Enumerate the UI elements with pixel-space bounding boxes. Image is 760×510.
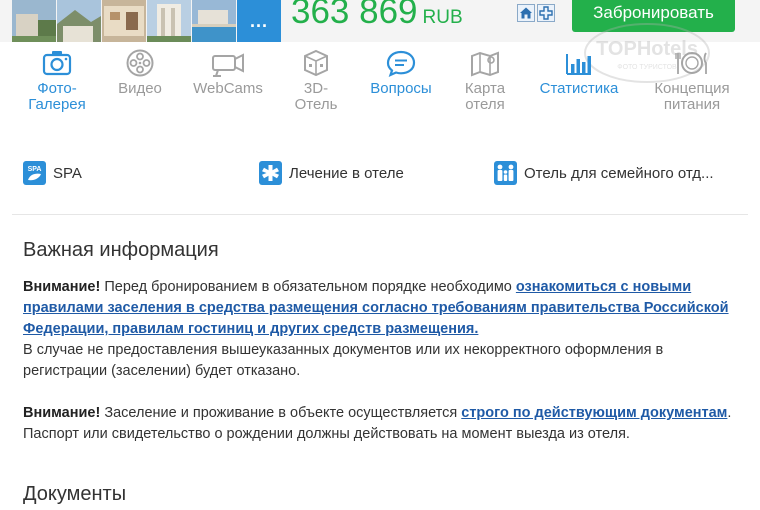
valid-documents-link[interactable]: строго по действующим документам bbox=[461, 405, 727, 421]
section-divider bbox=[12, 214, 748, 215]
feature-meal-concept[interactable]: Концепция питания bbox=[648, 48, 736, 113]
feature-video[interactable]: Видео bbox=[110, 48, 170, 97]
feature-label: Галерея bbox=[28, 96, 86, 113]
feature-label: Вопросы bbox=[370, 80, 432, 97]
feature-label: Видео bbox=[118, 80, 162, 97]
feature-label: Карта bbox=[464, 80, 506, 97]
important-info-title: Важная информация bbox=[23, 239, 219, 261]
feature-label: Концепция bbox=[654, 80, 730, 97]
family-icon bbox=[494, 161, 517, 185]
paragraph-text: Перед бронированием в обязательном поряд… bbox=[100, 279, 516, 295]
hotel-feature-nav: Фото- Галерея Видео WebCams 3D- Отель Во… bbox=[0, 48, 760, 128]
warning-label: Внимание! bbox=[23, 405, 101, 421]
feature-hotel-map[interactable]: Карта отеля bbox=[458, 48, 512, 113]
bar-chart-icon bbox=[566, 54, 591, 75]
feature-label: отеля bbox=[465, 96, 505, 113]
feature-statistics[interactable]: Статистика bbox=[535, 48, 623, 97]
amenity-label: Лечение в отеле bbox=[289, 164, 404, 182]
amenity-spa[interactable]: SPA SPA bbox=[23, 161, 82, 185]
feature-label: Фото- bbox=[37, 80, 77, 97]
feature-label: WebCams bbox=[193, 80, 263, 97]
amenity-label: SPA bbox=[53, 164, 82, 182]
hotel-thumbnail[interactable] bbox=[102, 0, 146, 42]
warning-label: Внимание! bbox=[23, 279, 101, 295]
price-value: 363 869 bbox=[291, 0, 418, 31]
feature-label: Статистика bbox=[539, 80, 619, 97]
house-icon[interactable] bbox=[517, 4, 535, 22]
important-paragraph-1: Внимание! Перед бронированием в обязател… bbox=[23, 277, 741, 382]
feature-label: 3D- bbox=[303, 80, 329, 97]
spa-icon: SPA bbox=[23, 161, 46, 185]
webcam-icon bbox=[212, 53, 244, 77]
feature-3d-hotel[interactable]: 3D- Отель bbox=[284, 48, 348, 113]
hotel-amenities: SPA SPA Лечение в отеле Отель для семейн… bbox=[0, 158, 760, 190]
feature-label: питания bbox=[663, 96, 721, 113]
chat-bubble-icon bbox=[386, 50, 416, 78]
feature-label: Отель bbox=[294, 96, 338, 113]
photo-camera-icon bbox=[42, 51, 72, 76]
price: 363 869 RUB bbox=[291, 0, 463, 32]
feature-questions[interactable]: Вопросы bbox=[365, 48, 437, 97]
svg-text:SPA: SPA bbox=[28, 166, 42, 173]
hotel-thumbnail[interactable] bbox=[192, 0, 236, 42]
hotel-thumbnail[interactable] bbox=[12, 0, 56, 42]
paragraph-text: Заселение и проживание в объекте осущест… bbox=[100, 405, 462, 421]
hotel-thumbnail[interactable] bbox=[147, 0, 191, 42]
feature-photo-gallery[interactable]: Фото- Галерея bbox=[27, 48, 87, 113]
hotel-thumbnail[interactable] bbox=[57, 0, 101, 42]
medical-cross-icon[interactable] bbox=[537, 4, 555, 22]
feature-webcams[interactable]: WebCams bbox=[190, 48, 266, 97]
film-reel-icon bbox=[126, 49, 154, 77]
map-icon bbox=[471, 51, 499, 77]
room-type-icons bbox=[517, 4, 557, 22]
amenity-treatment[interactable]: Лечение в отеле bbox=[259, 161, 404, 185]
amenity-label: Отель для семейного отд... bbox=[524, 164, 714, 182]
medical-icon bbox=[259, 161, 282, 185]
documents-title: Документы bbox=[23, 483, 127, 505]
important-paragraph-2: Внимание! Заселение и проживание в объек… bbox=[23, 403, 741, 445]
more-photos-button[interactable]: ... bbox=[237, 0, 281, 42]
photo-thumbnails: ... bbox=[12, 0, 281, 42]
price-currency: RUB bbox=[422, 7, 463, 28]
3d-box-icon bbox=[304, 49, 328, 77]
dining-plate-icon bbox=[675, 52, 707, 74]
paragraph-text: В случае не предоставления вышеуказанных… bbox=[23, 342, 664, 379]
amenity-family[interactable]: Отель для семейного отд... bbox=[494, 161, 714, 185]
